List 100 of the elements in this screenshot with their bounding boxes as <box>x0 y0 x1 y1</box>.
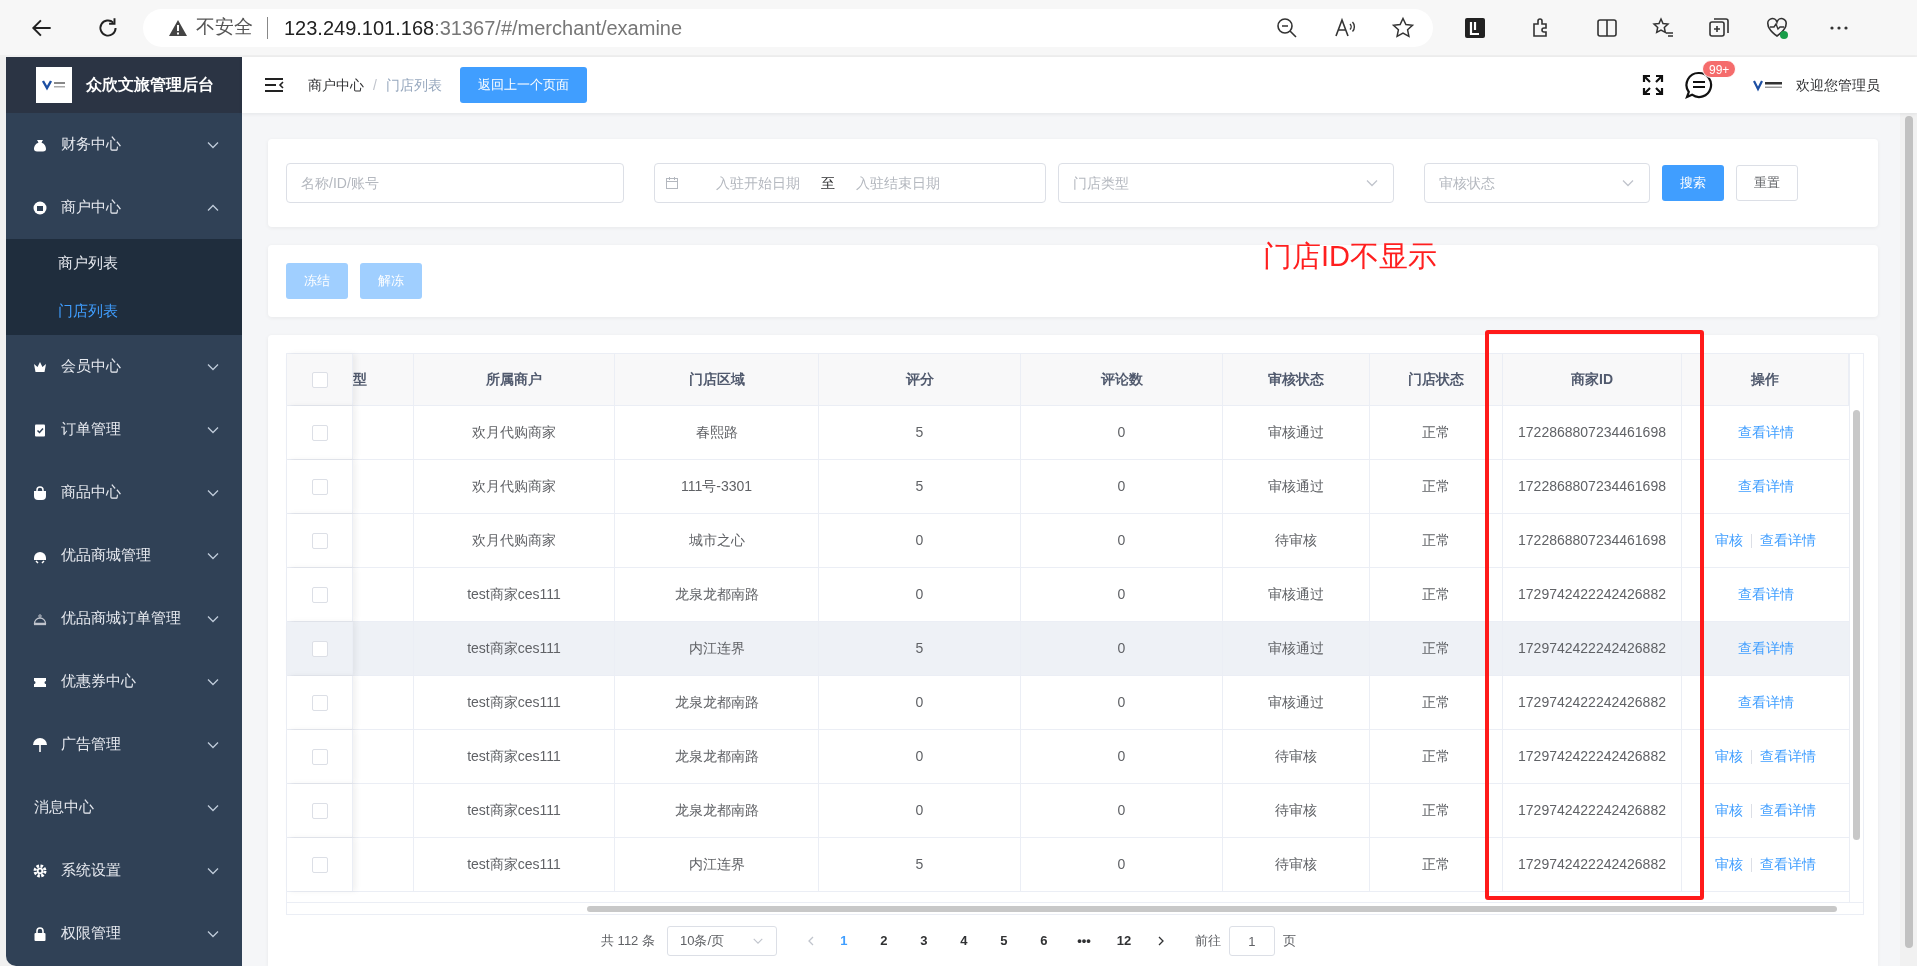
table-cell-text: 城市之心 <box>688 531 745 550</box>
favorites-icon[interactable] <box>1651 15 1675 40</box>
column-header: 操作 <box>1751 370 1779 389</box>
column-header: 型 <box>353 370 367 389</box>
table-row[interactable]: 欢月代购商家 城市之心 0 0 待审核 正常 1722868807234461698 审核 查看详情 <box>287 514 1849 568</box>
table-cell-text: 欢月代购商家 <box>472 423 556 442</box>
table-scrollbar[interactable] <box>1849 354 1863 902</box>
menu-item[interactable]: 优品商城订单管理 <box>6 587 242 650</box>
page-size-select[interactable]: 10条/页 <box>666 926 777 956</box>
table-row[interactable]: test商家ces111 龙泉龙都南路 0 0 待审核 正常 1729742422242426882 审核 查看详情 <box>287 784 1849 838</box>
column-header: 门店状态 <box>1408 370 1464 389</box>
security-label: 不安全 <box>196 15 253 40</box>
row-checkbox[interactable] <box>311 478 328 495</box>
menu-item[interactable]: 系统设置 <box>6 839 242 902</box>
fullscreen-icon[interactable] <box>1642 74 1664 96</box>
bag-icon <box>32 484 48 501</box>
table-cell-text: 龙泉龙都南路 <box>674 585 759 604</box>
app-icon[interactable] <box>1463 15 1487 40</box>
table-cell-text: 1722868807234461698 <box>1518 477 1666 496</box>
table-cell-text: 审核通过 <box>1268 585 1324 604</box>
table-cell-text: 5 <box>915 477 924 496</box>
breadcrumb-separator: / <box>373 75 377 95</box>
row-checkbox[interactable] <box>311 802 328 819</box>
table-cell-text: test商家ces111 <box>467 585 561 604</box>
page-suffix: 页 <box>1282 932 1296 951</box>
zoom-out-icon[interactable] <box>1275 15 1299 40</box>
table-cell-text: 正常 <box>1422 585 1450 604</box>
table-cell-text: 审核通过 <box>1268 423 1324 442</box>
address-bar[interactable]: 不安全 123.249.101.168:31367/#/merchant/examine <box>143 8 1433 47</box>
table-cell-text: 正常 <box>1422 477 1450 496</box>
url-text[interactable]: 123.249.101.168:31367/#/merchant/examine <box>284 12 683 43</box>
table-cell-text: 0 <box>915 801 924 820</box>
menu-item[interactable]: 广告管理 <box>6 713 242 776</box>
menu-item[interactable]: 消息中心 <box>6 776 242 839</box>
table-cell-text: 审核通过 <box>1268 639 1324 658</box>
column-header: 审核状态 <box>1268 370 1324 389</box>
column-header: 门店区域 <box>688 370 745 389</box>
menu-item[interactable]: 订单管理 <box>6 398 242 461</box>
row-checkbox[interactable] <box>311 586 328 603</box>
menu-item[interactable]: 权限管理 <box>6 902 242 965</box>
select-all-checkbox[interactable] <box>311 371 328 388</box>
table-cell-text: 待审核 <box>1275 531 1317 550</box>
menu-item[interactable]: 优惠券中心 <box>6 650 242 713</box>
page-input[interactable]: 1 <box>1228 926 1275 956</box>
row-checkbox[interactable] <box>311 424 328 441</box>
table-row[interactable]: test商家ces111 内江连界 5 0 待审核 正常 1729742422242426882 审核 查看详情 <box>287 838 1849 892</box>
column-header: 所属商户 <box>486 370 542 389</box>
table-cell-text: 5 <box>915 423 924 442</box>
menu-item[interactable]: 商户中心 <box>6 176 242 239</box>
total-count: 共 112 条 <box>601 932 655 951</box>
breadcrumb-link[interactable]: 商户中心 <box>308 74 364 96</box>
table-cell-text: 1729742422242426882 <box>1518 801 1666 820</box>
table-cell-text: test商家ces111 <box>467 693 561 712</box>
page-number[interactable]: 4 <box>950 931 977 951</box>
table-cell-text: 春熙路 <box>695 423 738 442</box>
table-cell-text: 内江连界 <box>688 639 745 658</box>
page-number[interactable]: 2 <box>870 931 897 951</box>
row-checkbox[interactable] <box>311 640 328 657</box>
health-icon[interactable] <box>1765 15 1789 40</box>
row-checkbox[interactable] <box>311 532 328 549</box>
table-row[interactable]: 欢月代购商家 111号-3301 5 0 审核通过 正常 1722868807234461698 查看详情 <box>287 460 1849 514</box>
goto-label: 前往 <box>1194 932 1221 951</box>
table-row[interactable]: test商家ces111 龙泉龙都南路 0 0 审核通过 正常 1729742422242426882 查看详情 <box>287 676 1849 730</box>
page-number[interactable]: 3 <box>910 931 937 951</box>
table-row[interactable]: 欢月代购商家 春熙路 5 0 审核通过 正常 1722868807234461698 查看详情 <box>287 406 1849 460</box>
table-cell-text: 龙泉龙都南路 <box>674 693 759 712</box>
row-checkbox[interactable] <box>311 694 328 711</box>
table-row[interactable]: test商家ces111 内江连界 5 0 审核通过 正常 1729742422242426882 查看详情 <box>287 622 1849 676</box>
horizontal-scrollbar[interactable] <box>287 902 1863 914</box>
page-number[interactable]: 6 <box>1030 931 1057 951</box>
table-cell-text: 0 <box>915 585 924 604</box>
table-row[interactable]: test商家ces111 龙泉龙都南路 0 0 审核通过 正常 1729742422242426882 查看详情 <box>287 568 1849 622</box>
table-cell-text: 待审核 <box>1275 801 1317 820</box>
table-cell-text: 正常 <box>1422 855 1450 874</box>
table-cell-text: 0 <box>915 747 924 766</box>
menu-item[interactable]: 商品中心 <box>6 461 242 524</box>
menu-item[interactable]: 优品商城管理 <box>6 524 242 587</box>
reset-button[interactable]: 重置 <box>1736 165 1798 201</box>
collections-icon[interactable] <box>1707 15 1731 40</box>
menu-item[interactable]: 会员中心 <box>6 335 242 398</box>
page-number[interactable]: 5 <box>990 931 1017 951</box>
table-cell-text: 0 <box>1117 801 1126 820</box>
logo-icon <box>36 67 72 103</box>
table-cell-text: 1729742422242426882 <box>1518 639 1666 658</box>
date-range-field[interactable]: 入驻开始日期 至 入驻结束日期 <box>654 163 1046 203</box>
menu-item[interactable]: 财务中心 <box>6 113 242 176</box>
table-row[interactable]: test商家ces111 龙泉龙都南路 0 0 待审核 正常 1729742422242426882 审核 查看详情 <box>287 730 1849 784</box>
star-icon[interactable] <box>1391 15 1415 40</box>
page-number[interactable]: ••• <box>1070 931 1097 951</box>
column-header: 评分 <box>905 370 934 389</box>
table-cell-text: 1729742422242426882 <box>1518 855 1666 874</box>
page-scrollbar[interactable] <box>1900 113 1917 966</box>
submenu-item[interactable]: 商户列表 <box>6 239 242 287</box>
submenu-item[interactable]: 门店列表 <box>6 287 242 335</box>
search-field[interactable]: 名称/ID/账号 <box>286 163 624 203</box>
column-header: 评论数 <box>1100 370 1143 389</box>
row-checkbox[interactable] <box>311 856 328 873</box>
menu-icon[interactable] <box>264 77 284 93</box>
page-number[interactable]: 12 <box>1110 931 1137 951</box>
row-checkbox[interactable] <box>311 748 328 765</box>
